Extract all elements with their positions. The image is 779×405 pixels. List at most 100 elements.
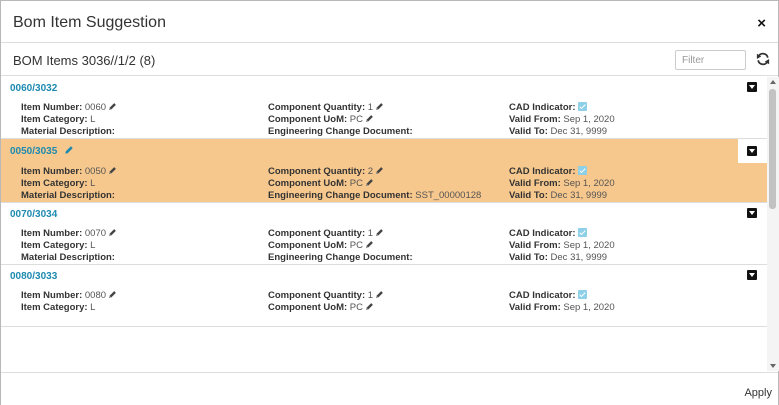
- pencil-icon[interactable]: [375, 102, 384, 111]
- item-category-label: Item Category:: [21, 240, 88, 251]
- component-uom-label: Component UoM:: [268, 240, 348, 251]
- pencil-icon[interactable]: [108, 166, 117, 175]
- bom-item-link[interactable]: 0050/3035: [10, 146, 57, 157]
- scroll-up-icon[interactable]: [770, 80, 776, 84]
- valid-from-label: Valid From:: [509, 178, 561, 189]
- valid-from-label: Valid From:: [509, 302, 561, 313]
- valid-to-value: Dec 31, 9999: [550, 252, 608, 263]
- cad-indicator-checkbox[interactable]: [578, 102, 588, 111]
- pencil-icon[interactable]: [108, 290, 117, 299]
- valid-to-row: Valid To: Dec 31, 9999: [509, 252, 615, 264]
- item-number-value: 0050: [84, 166, 107, 177]
- component-uom-value: PC: [349, 114, 363, 125]
- bom-item-link[interactable]: 0060/3032: [10, 83, 57, 94]
- filter-input[interactable]: [675, 50, 746, 70]
- pencil-icon[interactable]: [108, 102, 117, 111]
- valid-from-label: Valid From:: [509, 240, 561, 251]
- material-description-label: Material Description:: [21, 252, 115, 263]
- item-number-row: Item Number: 0080: [21, 290, 117, 302]
- item-category-row: Item Category: L: [21, 302, 117, 314]
- valid-to-label: Valid To:: [509, 126, 548, 137]
- component-quantity-row: Component Quantity: 1: [268, 228, 413, 240]
- engineering-change-document-row: Engineering Change Document: SST_0000012…: [268, 190, 481, 202]
- cad-indicator-label: CAD Indicator:: [509, 290, 576, 301]
- bom-item-link[interactable]: 0070/3034: [10, 209, 57, 220]
- scroll-down-icon[interactable]: [770, 364, 776, 368]
- pencil-icon[interactable]: [375, 228, 384, 237]
- bom-item-row[interactable]: 0050/3035 Item Number: 0050 Item Category…: [1, 139, 767, 203]
- valid-from-value: Sep 1, 2020: [563, 114, 615, 125]
- engineering-change-document-label: Engineering Change Document:: [268, 190, 413, 201]
- scrollbar-thumb[interactable]: [769, 89, 776, 209]
- component-uom-value: PC: [349, 302, 363, 313]
- valid-from-value: Sep 1, 2020: [563, 302, 615, 313]
- expand-toggle-icon[interactable]: [747, 146, 757, 156]
- pencil-icon[interactable]: [375, 290, 384, 299]
- close-icon[interactable]: ×: [757, 16, 766, 31]
- material-description-row: Material Description:: [21, 252, 117, 264]
- list-scrollbar[interactable]: [767, 77, 779, 371]
- pencil-icon[interactable]: [365, 302, 374, 311]
- valid-from-value: Sep 1, 2020: [563, 178, 615, 189]
- item-number-label: Item Number:: [21, 166, 83, 177]
- engineering-change-document-value: SST_00000128: [415, 190, 482, 201]
- valid-from-row: Valid From: Sep 1, 2020: [509, 178, 615, 190]
- expand-toggle-icon[interactable]: [747, 270, 757, 280]
- component-uom-row: Component UoM: PC: [268, 114, 413, 126]
- item-category-value: L: [90, 114, 96, 125]
- pencil-icon[interactable]: [365, 240, 374, 249]
- engineering-change-document-label: Engineering Change Document:: [268, 126, 413, 137]
- engineering-change-document-row: Engineering Change Document:: [268, 126, 413, 138]
- bom-items-toolbar: BOM Items 3036//1/2 (8): [1, 44, 778, 76]
- bom-item-link[interactable]: 0080/3033: [10, 271, 57, 282]
- valid-to-value: Dec 31, 9999: [550, 190, 608, 201]
- expand-toggle-icon[interactable]: [747, 82, 757, 92]
- component-quantity-value: 2: [367, 166, 374, 177]
- pencil-icon[interactable]: [375, 166, 384, 175]
- dialog-header: Bom Item Suggestion ×: [1, 1, 778, 43]
- item-category-value: L: [90, 178, 96, 189]
- bom-item-row[interactable]: 0080/3033 Item Number: 0080 Item Category…: [1, 265, 767, 327]
- bom-item-row[interactable]: 0060/3032 Item Number: 0060 Item Category…: [1, 77, 767, 139]
- component-quantity-value: 1: [367, 102, 374, 113]
- cad-indicator-checkbox[interactable]: [578, 228, 588, 237]
- item-category-value: L: [90, 240, 96, 251]
- item-number-value: 0080: [84, 290, 107, 301]
- material-description-label: Material Description:: [21, 126, 115, 137]
- cad-indicator-row: CAD Indicator:: [509, 166, 615, 178]
- bom-items-title: BOM Items 3036//1/2 (8): [13, 53, 156, 68]
- apply-button[interactable]: Apply: [744, 387, 772, 399]
- component-uom-label: Component UoM:: [268, 302, 348, 313]
- cad-indicator-row: CAD Indicator:: [509, 102, 615, 114]
- component-quantity-label: Component Quantity:: [268, 290, 366, 301]
- expand-toggle-icon[interactable]: [747, 208, 757, 218]
- engineering-change-document-label: Engineering Change Document:: [268, 252, 413, 263]
- pencil-icon[interactable]: [64, 145, 74, 155]
- item-number-label: Item Number:: [21, 290, 83, 301]
- pencil-icon[interactable]: [365, 178, 374, 187]
- item-number-value: 0070: [84, 228, 107, 239]
- component-uom-row: Component UoM: PC: [268, 178, 481, 190]
- valid-to-row: Valid To: Dec 31, 9999: [509, 126, 615, 138]
- cad-indicator-checkbox[interactable]: [578, 290, 588, 299]
- item-category-label: Item Category:: [21, 114, 88, 125]
- pencil-icon[interactable]: [365, 114, 374, 123]
- component-uom-label: Component UoM:: [268, 114, 348, 125]
- pencil-icon[interactable]: [108, 228, 117, 237]
- material-description-row: Material Description:: [21, 190, 117, 202]
- item-number-row: Item Number: 0060: [21, 102, 117, 114]
- bom-item-row[interactable]: 0070/3034 Item Number: 0070 Item Category…: [1, 203, 767, 265]
- valid-from-label: Valid From:: [509, 114, 561, 125]
- item-category-value: L: [90, 302, 96, 313]
- refresh-icon[interactable]: [756, 52, 770, 66]
- component-uom-value: PC: [349, 178, 363, 189]
- component-quantity-label: Component Quantity:: [268, 166, 366, 177]
- bom-item-suggestion-dialog: Bom Item Suggestion × BOM Items 3036//1/…: [0, 0, 779, 405]
- valid-from-row: Valid From: Sep 1, 2020: [509, 302, 615, 314]
- engineering-change-document-row: Engineering Change Document:: [268, 252, 413, 264]
- cad-indicator-checkbox[interactable]: [578, 166, 588, 175]
- component-quantity-label: Component Quantity:: [268, 102, 366, 113]
- item-category-row: Item Category: L: [21, 178, 117, 190]
- dialog-title: Bom Item Suggestion: [13, 14, 166, 31]
- item-category-row: Item Category: L: [21, 240, 117, 252]
